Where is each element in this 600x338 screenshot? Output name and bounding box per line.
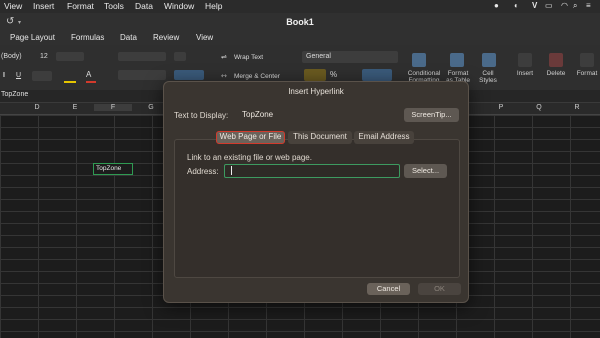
- search-icon[interactable]: ⌕: [573, 1, 577, 11]
- delete-cells-label[interactable]: Delete: [541, 70, 571, 77]
- cell-styles-icon[interactable]: [482, 53, 496, 67]
- text-to-display-field[interactable]: TopZone: [236, 109, 398, 122]
- underline-icon[interactable]: U: [16, 72, 21, 79]
- decimal-buttons[interactable]: [362, 69, 392, 81]
- font-size-select[interactable]: 12: [40, 53, 48, 60]
- conditional-formatting-icon[interactable]: [412, 53, 426, 67]
- cell-styles-label: Cell Styles: [479, 70, 497, 84]
- line-app-icon[interactable]: ●: [494, 1, 499, 10]
- wrap-text-icon[interactable]: ⇌: [221, 53, 227, 61]
- indent-buttons[interactable]: [174, 70, 204, 80]
- tab-formulas[interactable]: Formulas: [71, 33, 104, 42]
- italic-icon[interactable]: I: [3, 72, 5, 79]
- menu-bar: View Insert Format Tools Data Window Hel…: [0, 0, 600, 13]
- text-to-display-label: Text to Display:: [174, 111, 229, 120]
- select-button[interactable]: Select...: [404, 164, 447, 178]
- tab-this-document[interactable]: This Document: [288, 131, 352, 144]
- format-cells-icon[interactable]: [580, 53, 594, 67]
- selected-cell[interactable]: TopZone: [93, 163, 133, 175]
- font-name-select[interactable]: (Body): [1, 53, 22, 60]
- menu-view[interactable]: View: [4, 1, 22, 11]
- currency-format-button[interactable]: [304, 69, 326, 81]
- fill-color-icon[interactable]: [64, 71, 76, 83]
- name-box[interactable]: TopZone: [1, 91, 28, 98]
- font-grow-shrink-buttons[interactable]: [56, 52, 84, 61]
- column-header-p[interactable]: P: [482, 104, 520, 111]
- tab-view[interactable]: View: [196, 33, 213, 42]
- menu-tools[interactable]: Tools: [104, 1, 124, 11]
- tab-data[interactable]: Data: [120, 33, 137, 42]
- control-center-icon[interactable]: ≡: [586, 1, 591, 10]
- menu-insert[interactable]: Insert: [33, 1, 54, 11]
- insert-hyperlink-dialog: Insert Hyperlink Text to Display: TopZon…: [163, 81, 469, 303]
- title-bar: ↺ ▾ Book1: [0, 13, 600, 33]
- menu-format[interactable]: Format: [67, 1, 94, 11]
- tab-email-address[interactable]: Email Address: [354, 131, 414, 144]
- vivaldi-icon[interactable]: ◐: [514, 1, 519, 10]
- column-header-f[interactable]: F: [94, 104, 132, 111]
- column-header-e[interactable]: E: [56, 104, 94, 111]
- insert-cells-icon[interactable]: [518, 53, 532, 67]
- tab-page-layout[interactable]: Page Layout: [10, 33, 55, 42]
- cancel-button[interactable]: Cancel: [367, 283, 410, 295]
- menu-help[interactable]: Help: [205, 1, 222, 11]
- merge-center-button[interactable]: Merge & Center: [234, 73, 280, 80]
- address-field[interactable]: [224, 164, 400, 178]
- dialog-title: Insert Hyperlink: [288, 87, 344, 96]
- format-cells-label[interactable]: Format: [574, 70, 600, 77]
- address-label: Address:: [187, 167, 219, 176]
- delete-cells-icon[interactable]: [549, 53, 563, 67]
- percent-icon[interactable]: %: [330, 70, 337, 79]
- alignment-buttons[interactable]: [118, 70, 166, 80]
- wrap-text-button[interactable]: Wrap Text: [234, 54, 263, 61]
- borders-button[interactable]: [32, 71, 52, 81]
- ok-button[interactable]: OK: [418, 283, 461, 295]
- window-title: Book1: [286, 17, 314, 27]
- column-header-r[interactable]: R: [558, 104, 596, 111]
- orientation-button[interactable]: [174, 52, 186, 61]
- screentip-button[interactable]: ScreenTip...: [404, 108, 459, 122]
- text-cursor: [231, 166, 232, 176]
- menu-window[interactable]: Window: [164, 1, 194, 11]
- merge-icon[interactable]: ⇿: [221, 72, 227, 80]
- number-format-value: General: [306, 53, 331, 60]
- format-as-table-icon[interactable]: [450, 53, 464, 67]
- insert-cells-label[interactable]: Insert: [510, 70, 540, 77]
- v-icon[interactable]: V: [532, 1, 537, 10]
- alignment-top-buttons[interactable]: [118, 52, 166, 61]
- font-color-icon[interactable]: A: [86, 70, 96, 83]
- battery-icon[interactable]: ▭: [545, 1, 553, 10]
- tab-review[interactable]: Review: [153, 33, 179, 42]
- column-header-d[interactable]: D: [18, 104, 56, 111]
- wifi-icon[interactable]: ◠: [561, 1, 568, 10]
- tab-web-page-or-file[interactable]: Web Page or File: [216, 131, 285, 144]
- instruction-text: Link to an existing file or web page.: [187, 153, 312, 162]
- column-header-q[interactable]: Q: [520, 104, 558, 111]
- menu-data[interactable]: Data: [135, 1, 153, 11]
- ribbon-tabs: Page Layout Formulas Data Review View: [0, 33, 600, 45]
